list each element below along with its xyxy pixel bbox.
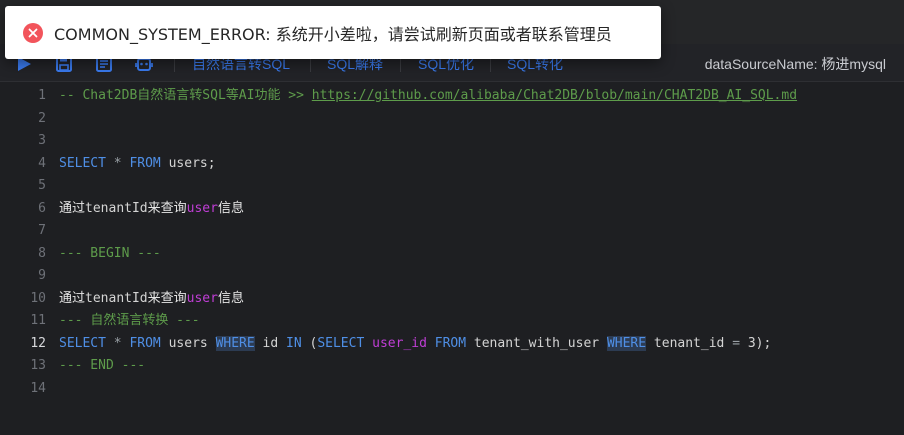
sql-editor[interactable]: 1 -- Chat2DB自然语言转SQL等AI功能 >> https://gith… [0, 82, 904, 435]
code-token: 等 [225, 88, 239, 103]
line-number: 11 [30, 313, 46, 328]
code-token: SELECT [317, 335, 365, 351]
code-token: tenantId [85, 290, 148, 306]
code-text: SELECT * FROM users WHERE id IN (SELECT … [59, 333, 771, 355]
line-number: 4 [38, 155, 46, 171]
code-line[interactable]: 4 SELECT * FROM users; [0, 153, 904, 175]
error-message: COMMON_SYSTEM_ERROR: 系统开小差啦，请尝试刷新页面或者联系管… [54, 24, 612, 44]
code-token: --- END --- [59, 358, 146, 373]
code-line[interactable]: 3 [0, 130, 904, 152]
code-token: --- [168, 313, 200, 328]
line-number: 1 [38, 88, 46, 103]
code-token: -- Chat2DB [59, 88, 138, 103]
code-line[interactable]: 7 [0, 220, 904, 242]
code-text: SELECT * FROM users; [59, 153, 216, 175]
code-line[interactable]: 5 [0, 175, 904, 197]
code-token: user [186, 200, 218, 216]
line-number: 7 [38, 223, 46, 238]
code-token: 来查询 [147, 290, 187, 306]
code-token: tenant_with_user [466, 335, 607, 351]
code-text: -- Chat2DB自然语言转SQL等AI功能 >> https://githu… [59, 85, 797, 107]
code-text: 通过tenantId来查询user信息 [59, 198, 244, 220]
line-number: 2 [38, 110, 46, 126]
error-close-icon [23, 22, 43, 43]
error-toast: COMMON_SYSTEM_ERROR: 系统开小差啦，请尝试刷新页面或者联系管… [5, 6, 661, 59]
code-token: ( [301, 335, 318, 351]
code-line[interactable]: 9 [0, 265, 904, 287]
code-token: SQL [202, 88, 226, 103]
line-number: 13 [30, 358, 46, 373]
code-line[interactable]: 12 SELECT * FROM users WHERE id IN (SELEC… [0, 333, 904, 355]
datasource-label: dataSourceName: 杨进mysql [704, 56, 886, 72]
code-token: 来查询 [147, 200, 187, 216]
code-token: IN [286, 335, 302, 351]
code-token: 功能 [254, 88, 281, 103]
code-line[interactable]: 14 [0, 378, 904, 400]
line-number: 9 [38, 268, 46, 283]
code-line[interactable]: 1 -- Chat2DB自然语言转SQL等AI功能 >> https://gith… [0, 85, 904, 107]
code-token: user_id [372, 335, 427, 351]
code-text: --- BEGIN --- [59, 243, 161, 265]
code-token: FROM [129, 335, 161, 351]
code-token: 自然语言转换 [90, 313, 169, 328]
code-token: SELECT [59, 335, 106, 351]
code-line[interactable]: 8 --- BEGIN --- [0, 243, 904, 265]
code-token: * [105, 335, 130, 351]
doc-link[interactable]: https://github.com/alibaba/Chat2DB/blob/… [312, 88, 797, 103]
code-token: FROM [434, 335, 467, 351]
code-text: 通过tenantId来查询user信息 [59, 288, 244, 310]
code-line[interactable]: 6 通过tenantId来查询user信息 [0, 198, 904, 220]
code-token: 通过 [59, 290, 86, 306]
code-token: users [160, 335, 216, 351]
code-token: WHERE [215, 335, 255, 351]
code-token: --- [59, 313, 91, 328]
code-line[interactable]: 13 --- END --- [0, 355, 904, 377]
line-number: 14 [30, 380, 46, 396]
code-text: --- 自然语言转换 --- [59, 310, 200, 332]
code-token: --- BEGIN --- [59, 245, 161, 261]
code-line[interactable]: 11 --- 自然语言转换 --- [0, 310, 904, 332]
code-text: --- END --- [59, 355, 145, 377]
code-token: SELECT [59, 155, 106, 171]
line-number: 8 [38, 245, 46, 261]
code-token: 信息 [217, 200, 244, 216]
code-token: id [254, 335, 287, 351]
line-number: 12 [30, 335, 46, 351]
line-number: 6 [38, 200, 46, 216]
code-token: user [186, 290, 218, 306]
code-token: >> [280, 88, 312, 103]
line-number: 10 [30, 290, 46, 306]
code-line[interactable]: 2 [0, 108, 904, 130]
code-token: 3); [740, 335, 772, 351]
code-token: * [105, 155, 130, 171]
code-token: 信息 [217, 290, 244, 306]
code-token: WHERE [606, 335, 647, 351]
code-line[interactable]: 10 通过tenantId来查询user信息 [0, 288, 904, 310]
line-number: 3 [38, 133, 46, 148]
code-token: 自然语言转 [137, 88, 203, 103]
code-token: users; [160, 155, 216, 171]
code-token: FROM [129, 155, 161, 171]
code-token: AI [238, 88, 255, 103]
line-number: 5 [38, 178, 46, 193]
code-token: = [732, 335, 741, 351]
code-token: tenant_id [646, 335, 733, 351]
code-token: 通过 [59, 200, 86, 216]
code-token: tenantId [85, 200, 148, 216]
